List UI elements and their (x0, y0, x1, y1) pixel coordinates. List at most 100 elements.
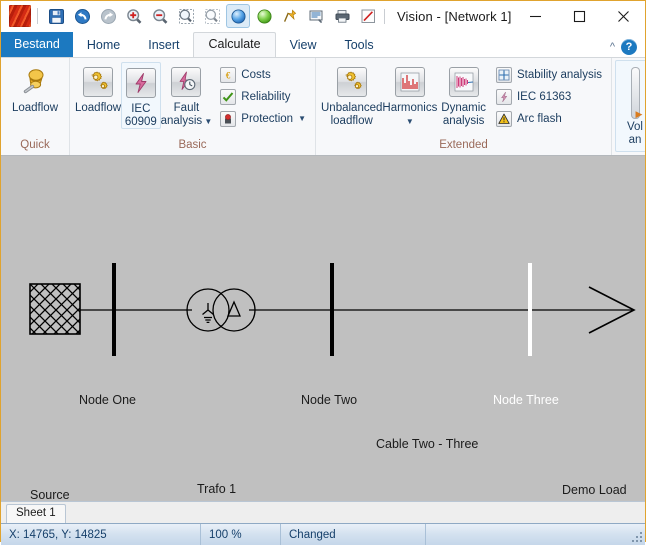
harmonics-label: Harmonics (382, 102, 438, 114)
iec-61363-button[interactable]: IEC 61363 (492, 86, 606, 108)
node-two-label: Node Two (301, 393, 358, 407)
euro-icon: € (220, 67, 237, 83)
warning-triangle-icon (495, 111, 512, 127)
unbalanced-loadflow-label-line1: Unbalanced (321, 102, 383, 114)
protection-button[interactable]: Protection ▼ (216, 108, 310, 130)
ribbon-group-basic-row: Loadflow IEC 60909 Fault analysis ▼ € Co… (70, 58, 315, 137)
fault-analysis-dropdown-caret[interactable]: ▼ (202, 117, 212, 126)
print-preview-icon[interactable] (304, 4, 328, 28)
costs-button[interactable]: € Costs (216, 64, 310, 86)
vision-app-icon[interactable] (9, 5, 31, 27)
fault-analysis-label-line2: analysis (160, 114, 203, 127)
arc-flash-label: Arc flash (516, 113, 562, 125)
edit-icon[interactable] (356, 4, 380, 28)
pin-icon[interactable] (278, 4, 302, 28)
gears-icon (81, 65, 115, 99)
tab-calculate[interactable]: Calculate (193, 32, 276, 57)
network-diagram-canvas[interactable]: Source Node One Trafo 1 Node Two Cable T… (1, 155, 645, 502)
sheet-tab-bar: Sheet 1 (1, 501, 645, 523)
harmonics-bars-icon (393, 65, 427, 99)
trafo-winding-2 (212, 288, 256, 332)
tab-view[interactable]: View (276, 33, 331, 57)
more-arrow-icon[interactable]: ▶ (634, 106, 644, 122)
iec-60909-button[interactable]: IEC 60909 (121, 62, 161, 129)
stability-analysis-label: Stability analysis (516, 69, 602, 81)
basic-small-buttons: € Costs Reliability Protection ▼ (216, 62, 310, 130)
chevron-up-icon[interactable]: ^ (610, 41, 615, 53)
blue-sphere-icon[interactable] (226, 4, 250, 28)
trafo-delta-symbol (227, 300, 241, 317)
stability-cross-icon (495, 67, 512, 83)
iec-61363-label: IEC 61363 (516, 91, 572, 103)
stability-analysis-button[interactable]: Stability analysis (492, 64, 606, 86)
dynamic-analysis-button[interactable]: Dynamic analysis (437, 62, 490, 127)
zoom-all-icon[interactable] (200, 4, 224, 28)
toolbar-separator (37, 8, 38, 24)
zoom-window-icon[interactable] (174, 4, 198, 28)
node-one-label: Node One (79, 393, 136, 407)
demo-load-label: Demo Load (562, 483, 627, 497)
costs-label: Costs (241, 69, 271, 81)
reliability-button[interactable]: Reliability (216, 86, 310, 108)
print-icon[interactable] (330, 4, 354, 28)
arc-flash-button[interactable]: Arc flash (492, 108, 606, 130)
loadflow-label: Loadflow (75, 102, 122, 114)
maximize-button[interactable] (557, 1, 601, 31)
ribbon-group-extended-row: Unbalanced loadflow Harmonics ▼ Dynamic … (316, 58, 611, 137)
voltage-analysis-label-line1: Vol (627, 121, 643, 133)
ribbon-group-voltage-analysis-partial: Vol an ▶ (611, 58, 645, 155)
protection-label: Protection (241, 113, 294, 125)
help-icon[interactable]: ? (621, 39, 637, 55)
dynamic-waveform-icon (447, 65, 481, 99)
close-button[interactable] (601, 1, 645, 31)
harmonics-button[interactable]: Harmonics ▼ (382, 62, 437, 127)
dynamic-analysis-label-line2: analysis (442, 114, 485, 127)
trafo-wye-symbol (202, 303, 214, 324)
relay-icon (220, 111, 237, 127)
harmonics-dropdown-caret[interactable]: ▼ (406, 117, 414, 126)
fault-analysis-icon (169, 65, 203, 99)
tab-strip-actions: ^ ? (610, 39, 645, 57)
quick-loadflow-label: Loadflow (11, 102, 59, 114)
window-title: Vision - [Network 1] (397, 8, 512, 24)
zoom-out-icon[interactable] (148, 4, 172, 28)
resize-grip-icon[interactable] (631, 531, 642, 542)
tab-tools[interactable]: Tools (330, 33, 387, 57)
fault-analysis-button[interactable]: Fault analysis ▼ (160, 62, 212, 127)
cable-two-three-label: Cable Two - Three (376, 437, 479, 451)
tab-bestand[interactable]: Bestand (1, 32, 73, 57)
protection-dropdown-caret[interactable]: ▼ (298, 115, 306, 123)
network-diagram-svg (29, 263, 636, 356)
save-icon[interactable] (44, 4, 68, 28)
extended-small-buttons: Stability analysis IEC 61363 Arc flash (492, 62, 606, 130)
quick-loadflow-button[interactable]: Loadflow (6, 62, 64, 115)
ribbon-group-basic: Loadflow IEC 60909 Fault analysis ▼ € Co… (69, 58, 315, 155)
redo-icon[interactable] (96, 4, 120, 28)
ribbon-group-extended: Unbalanced loadflow Harmonics ▼ Dynamic … (315, 58, 611, 155)
ribbon-group-quick: Loadflow Quick (1, 58, 69, 155)
node-three-label: Node Three (493, 393, 559, 407)
zoom-in-icon[interactable] (122, 4, 146, 28)
minimize-button[interactable] (513, 1, 557, 31)
application-window: Vision - [Network 1] Bestand Home Insert… (0, 0, 646, 545)
checkmark-icon (220, 89, 237, 105)
green-sphere-icon[interactable] (252, 4, 276, 28)
tab-insert[interactable]: Insert (134, 33, 193, 57)
source-label: Source (30, 488, 70, 502)
unbalanced-loadflow-button[interactable]: Unbalanced loadflow (321, 62, 382, 127)
ribbon-group-extended-label: Extended (439, 139, 488, 151)
sheet-tab-sheet-1[interactable]: Sheet 1 (6, 504, 66, 523)
pushpin-icon (18, 65, 52, 99)
ribbon-group-quick-label: Quick (20, 139, 50, 151)
quick-access-toolbar (44, 4, 380, 28)
ribbon: Loadflow Quick Loadflow IEC 60909 Fault … (1, 57, 645, 155)
fault-analysis-label-line1: Fault (173, 102, 200, 114)
title-separator (384, 8, 385, 24)
undo-icon[interactable] (70, 4, 94, 28)
tab-home[interactable]: Home (73, 33, 134, 57)
source-symbol (29, 283, 81, 335)
trafo-1-label: Trafo 1 (197, 482, 237, 496)
ribbon-tab-strip: Bestand Home Insert Calculate View Tools… (1, 32, 645, 57)
loadflow-button[interactable]: Loadflow (75, 62, 121, 115)
iec-60909-label-line1: IEC (131, 103, 151, 115)
